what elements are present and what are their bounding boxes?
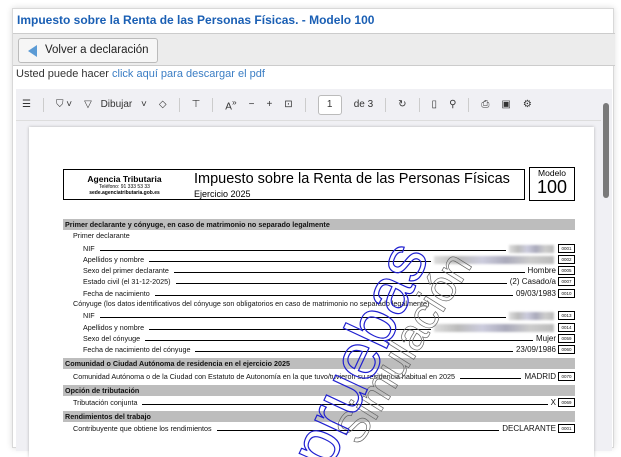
separator	[178, 97, 180, 112]
page-total: de 3	[353, 99, 374, 110]
zoom-out-icon[interactable]: −	[249, 99, 255, 110]
outline-icon[interactable]: ☰	[22, 99, 31, 110]
separator	[42, 97, 44, 112]
pdf-page: Agencia Tributaria Teléfono: 91 333 53 33…	[29, 127, 594, 457]
back-arrow-icon	[28, 45, 37, 57]
read-aloud-icon[interactable]: A»	[225, 97, 236, 112]
separator	[418, 97, 420, 112]
separator	[385, 97, 387, 112]
page-view-icon[interactable]: ▯	[432, 99, 438, 110]
pdf-toolbar: ☰ ⛉ ˅ ▽ Dibujar ˅ ◇ ⊤ A» − + ⊡ 1 de 3 ↻ …	[16, 89, 601, 121]
download-prefix: Usted puede hacer	[16, 68, 109, 80]
scrollbar-thumb[interactable]	[603, 103, 609, 198]
eraser-icon[interactable]: ◇	[159, 99, 167, 110]
zoom-in-icon[interactable]: +	[266, 99, 272, 110]
separator	[212, 97, 214, 112]
print-icon[interactable]: ⎙	[481, 99, 489, 110]
text-box-icon[interactable]: ⊤	[192, 99, 201, 110]
save-icon[interactable]: ▣	[501, 99, 510, 110]
rotate-icon[interactable]: ↻	[398, 99, 406, 110]
settings-icon[interactable]: ⚙	[523, 99, 532, 110]
download-pdf-link[interactable]: click aquí para descargar el pdf	[112, 68, 265, 80]
report-window: Impuesto sobre la Renta de las Personas …	[12, 8, 615, 457]
draw-icon[interactable]: ▽ Dibujar ˅	[84, 99, 147, 110]
draw-label: Dibujar	[100, 99, 133, 110]
fit-page-icon[interactable]: ⊡	[284, 99, 292, 110]
separator	[468, 97, 470, 112]
search-icon[interactable]: ⚲	[449, 99, 456, 110]
download-line: Usted puede hacer click aquí para descar…	[16, 68, 265, 80]
pdf-viewer: ☰ ⛉ ˅ ▽ Dibujar ˅ ◇ ⊤ A» − + ⊡ 1 de 3 ↻ …	[16, 89, 612, 457]
highlight-icon[interactable]: ⛉ ˅	[56, 99, 72, 110]
page-number-input[interactable]: 1	[317, 94, 342, 115]
window-title: Impuesto sobre la Renta de las Personas …	[17, 13, 375, 27]
button-bar: Volver a declaración	[13, 33, 615, 66]
back-to-declaration-button[interactable]: Volver a declaración	[18, 38, 158, 63]
scrollbar[interactable]	[601, 89, 612, 451]
watermark: Simulación pruebas	[274, 230, 482, 457]
back-button-label: Volver a declaración	[45, 44, 149, 56]
separator	[304, 97, 306, 112]
